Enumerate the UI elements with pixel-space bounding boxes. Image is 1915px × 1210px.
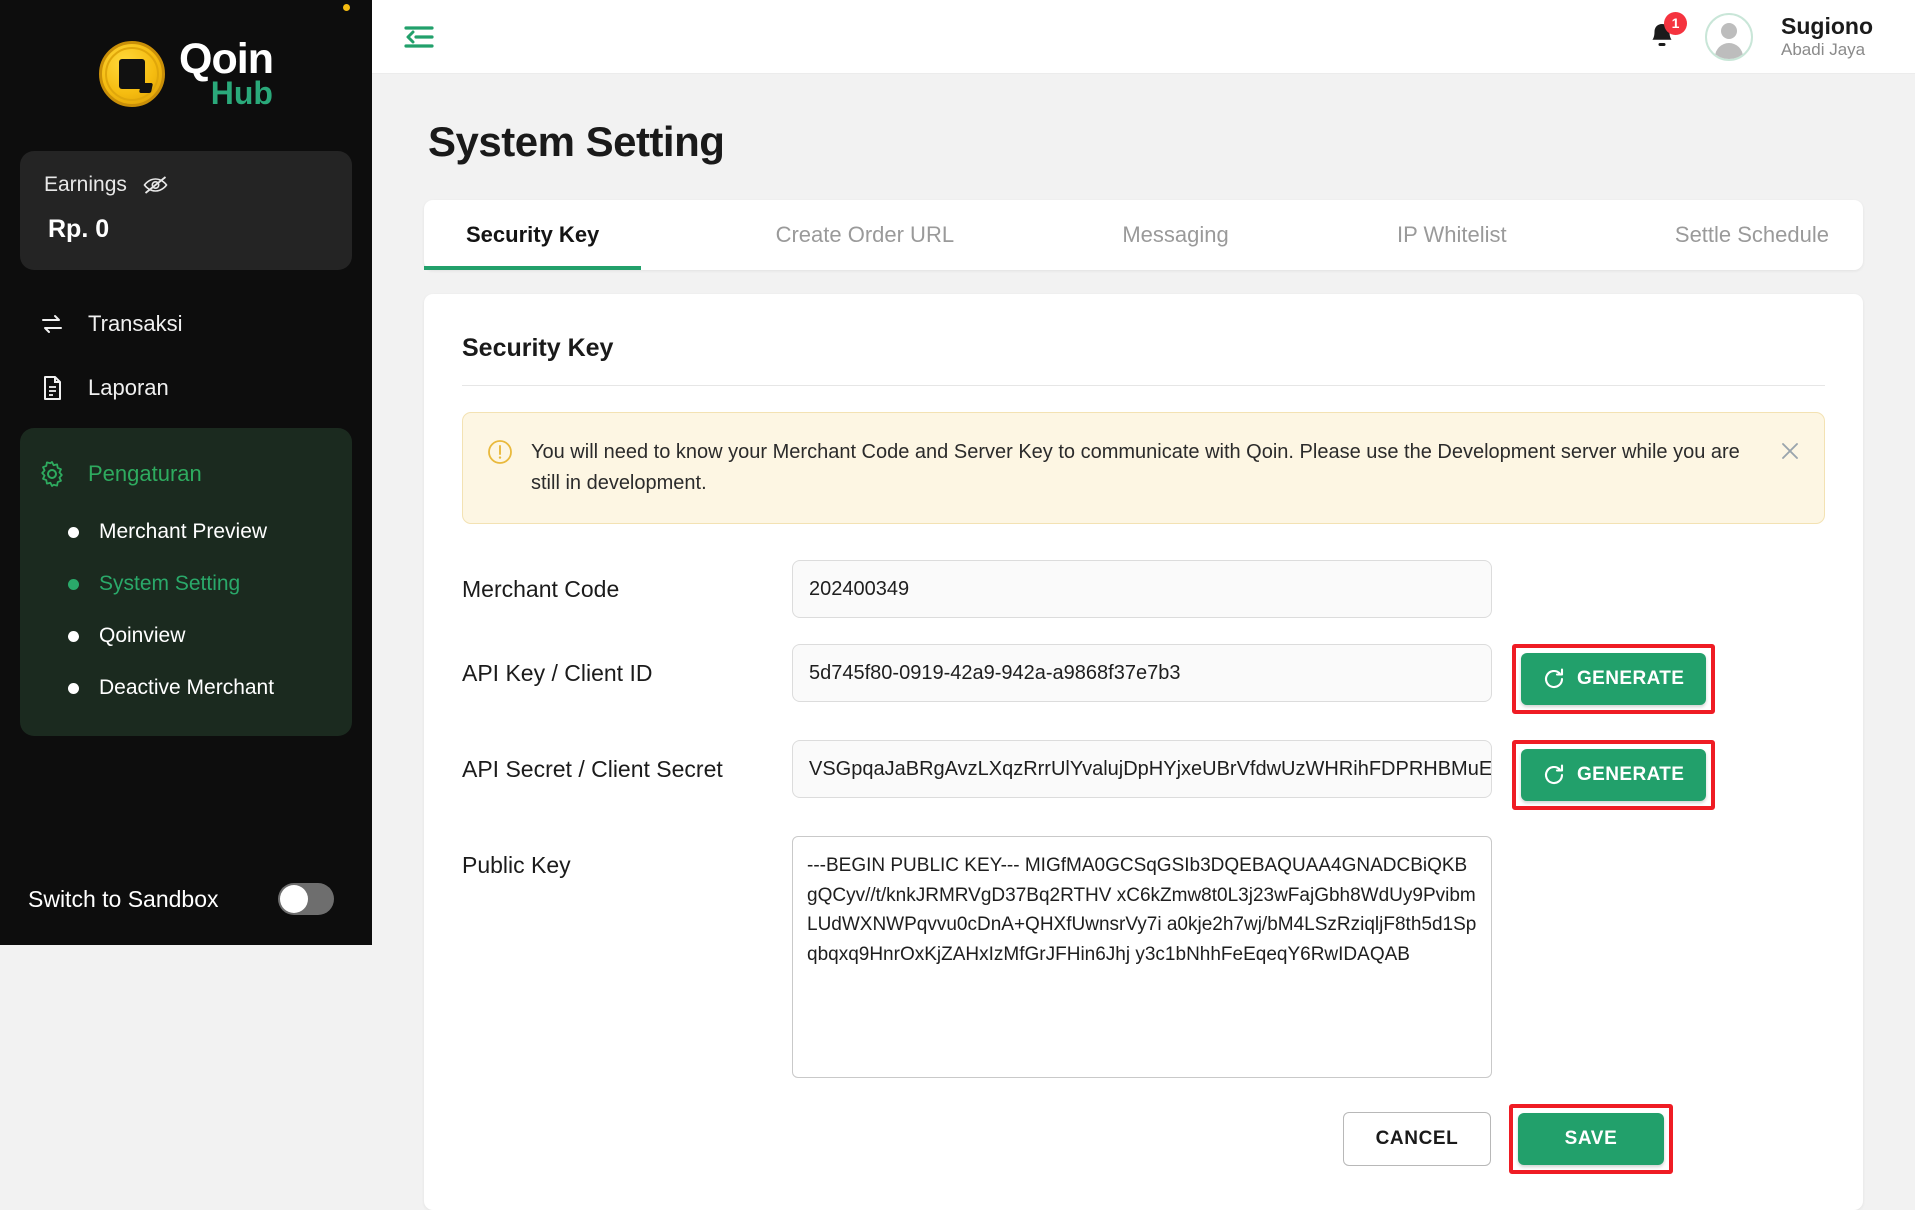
sidebar-item-label: Laporan (88, 375, 169, 400)
tab-label: IP Whitelist (1397, 222, 1507, 247)
bullet-icon (68, 526, 79, 538)
sandbox-label: Switch to Sandbox (28, 885, 219, 912)
sidebar-item-laporan[interactable]: Laporan (0, 356, 372, 420)
notification-bell[interactable]: 1 (1647, 11, 1688, 53)
user-info[interactable]: Sugiono Abadi Jaya (1781, 13, 1873, 61)
field-row-api-key: API Key / Client ID 5d745f80-0919-42a9-9… (462, 644, 1825, 714)
sidebar-item-transaksi[interactable]: Transaksi (0, 292, 372, 356)
qoin-coin-icon (99, 40, 166, 107)
eye-off-icon[interactable] (143, 176, 168, 194)
transfer-icon (42, 315, 62, 333)
generate-api-secret-button[interactable]: GENERATE (1521, 749, 1707, 801)
tab-ip-whitelist[interactable]: IP Whitelist (1363, 200, 1541, 270)
avatar[interactable] (1705, 12, 1754, 61)
field-row-public-key: Public Key ---BEGIN PUBLIC KEY--- MIGfMA… (462, 836, 1825, 1078)
sidebar-item-merchant-preview[interactable]: Merchant Preview (20, 506, 352, 558)
sidebar-item-label: Transaksi (88, 311, 183, 336)
save-button-highlight: SAVE (1509, 1104, 1673, 1174)
warning-circle-icon (488, 440, 512, 464)
refresh-icon (1544, 668, 1564, 688)
sidebar-subitem-label: Qoinview (99, 624, 186, 647)
cancel-button[interactable]: CANCEL (1343, 1112, 1491, 1166)
bullet-icon (68, 682, 79, 694)
tab-label: Security Key (466, 222, 600, 247)
gear-icon (41, 461, 63, 487)
save-button[interactable]: SAVE (1518, 1113, 1664, 1165)
sidebar: Qoin Hub Earnings Rp. 0 Transaksi Lapora… (0, 0, 372, 945)
logo-dot-icon (343, 4, 350, 11)
refresh-icon (1544, 764, 1564, 784)
sandbox-toggle[interactable] (278, 883, 334, 915)
sidebar-nav: Transaksi Laporan Pengaturan Merchant Pr… (0, 292, 372, 736)
main-area: 1 Sugiono Abadi Jaya System Setting Secu… (372, 0, 1915, 1210)
security-key-panel: Security Key You will need to know your … (424, 294, 1863, 1210)
logo-primary-text: Qoin (179, 35, 274, 83)
merchant-code-input[interactable]: 202400349 (792, 560, 1492, 618)
sidebar-item-pengaturan[interactable]: Pengaturan (20, 442, 352, 506)
user-company: Abadi Jaya (1781, 40, 1866, 60)
api-key-input[interactable]: 5d745f80-0919-42a9-942a-a9868f37e7b3 (792, 644, 1492, 702)
notification-badge: 1 (1664, 11, 1688, 35)
sidebar-subitem-label: System Setting (99, 572, 241, 595)
api-key-label: API Key / Client ID (462, 660, 653, 686)
collapse-sidebar-icon[interactable] (404, 25, 434, 49)
document-icon (44, 376, 61, 400)
sidebar-group-pengaturan: Pengaturan Merchant Preview System Setti… (20, 428, 352, 736)
generate-api-key-highlight: GENERATE (1512, 644, 1716, 714)
bullet-icon (68, 630, 79, 642)
panel-divider (462, 385, 1825, 386)
sidebar-item-qoinview[interactable]: Qoinview (20, 610, 352, 662)
public-key-label: Public Key (462, 852, 571, 878)
app-logo[interactable]: Qoin Hub (0, 0, 372, 139)
field-row-api-secret: API Secret / Client Secret VSGpqaJaBRgAv… (462, 740, 1825, 810)
toggle-knob (280, 885, 308, 913)
page-title: System Setting (428, 118, 725, 165)
generate-button-label: GENERATE (1577, 764, 1685, 785)
app-root: Qoin Hub Earnings Rp. 0 Transaksi Lapora… (0, 0, 1915, 1210)
tab-settle-schedule[interactable]: Settle Schedule (1641, 200, 1863, 270)
api-secret-input[interactable]: VSGpqaJaBRgAvzLXqzRrrUlYvalujDpHYjxeUBrV… (792, 740, 1492, 798)
generate-api-secret-highlight: GENERATE (1512, 740, 1716, 810)
earnings-card: Earnings Rp. 0 (20, 151, 352, 270)
user-name: Sugiono (1781, 12, 1873, 39)
tabs-bar: Security Key Create Order URL Messaging … (424, 200, 1863, 270)
sidebar-group-label: Pengaturan (88, 461, 202, 486)
sandbox-switch-row: Switch to Sandbox (0, 853, 372, 945)
close-icon[interactable] (1778, 439, 1802, 463)
generate-api-key-button[interactable]: GENERATE (1521, 653, 1707, 705)
tab-label: Create Order URL (775, 222, 955, 247)
tab-security-key[interactable]: Security Key (424, 200, 642, 270)
page-content: System Setting Security Key Create Order… (372, 74, 1915, 1210)
logo-text: Qoin Hub (179, 4, 350, 109)
tab-label: Settle Schedule (1674, 222, 1829, 247)
merchant-code-label: Merchant Code (462, 576, 620, 602)
user-avatar-icon (1715, 22, 1744, 59)
tab-create-order-url[interactable]: Create Order URL (742, 200, 989, 270)
bullet-icon (68, 578, 79, 590)
form-actions: CANCEL SAVE (462, 1104, 1825, 1174)
topbar: 1 Sugiono Abadi Jaya (372, 0, 1915, 74)
sidebar-subitem-label: Merchant Preview (99, 520, 268, 543)
panel-title: Security Key (462, 334, 614, 362)
field-row-merchant-code: Merchant Code 202400349 (462, 560, 1825, 618)
alert-message: You will need to know your Merchant Code… (531, 441, 1740, 494)
sidebar-item-deactive-merchant[interactable]: Deactive Merchant (20, 662, 352, 714)
tab-messaging[interactable]: Messaging (1088, 200, 1262, 270)
generate-button-label: GENERATE (1577, 668, 1685, 689)
earnings-label: Earnings (44, 173, 127, 196)
tab-label: Messaging (1122, 222, 1229, 247)
sidebar-subitem-label: Deactive Merchant (99, 676, 275, 699)
earnings-value: Rp. 0 (48, 215, 110, 243)
info-alert: You will need to know your Merchant Code… (462, 412, 1825, 524)
sidebar-item-system-setting[interactable]: System Setting (20, 558, 352, 610)
api-secret-label: API Secret / Client Secret (462, 756, 723, 782)
public-key-textarea[interactable]: ---BEGIN PUBLIC KEY--- MIGfMA0GCSqGSIb3D… (792, 836, 1492, 1078)
topbar-right: 1 Sugiono Abadi Jaya (1647, 11, 1873, 61)
